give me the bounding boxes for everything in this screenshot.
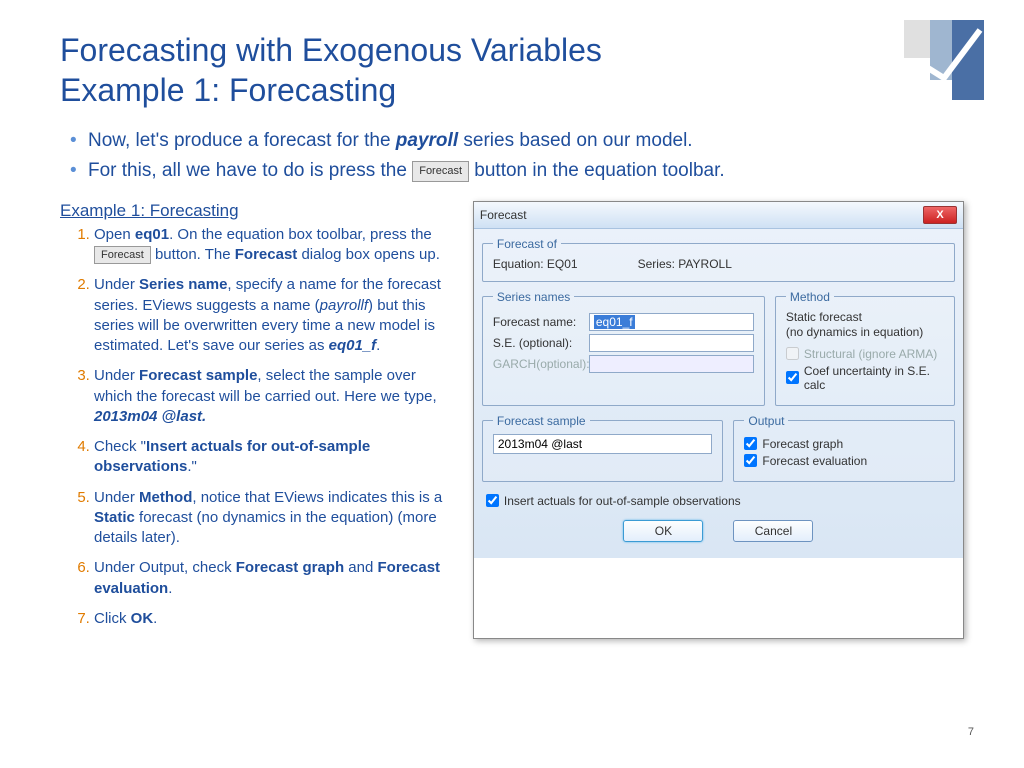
output-group: Output Forecast graph Forecast evaluatio…	[733, 414, 955, 482]
insert-actuals-checkbox[interactable]	[486, 494, 499, 507]
dialog-title: Forecast	[480, 208, 527, 222]
forecast-graph-checkbox[interactable]	[744, 437, 757, 450]
garch-label: GARCH(optional):	[493, 357, 583, 371]
method-text: Static forecast (no dynamics in equation…	[786, 310, 944, 341]
forecast-sample-input[interactable]	[493, 434, 713, 454]
forecast-dialog: Forecast X Forecast of Equation: EQ01 Se…	[473, 201, 964, 639]
close-icon[interactable]: X	[923, 206, 957, 224]
forecast-name-input[interactable]: eq01_f	[594, 315, 635, 329]
cancel-button[interactable]: Cancel	[733, 520, 813, 542]
forecast-sample-group: Forecast sample	[482, 414, 724, 482]
forecast-button-inline-step: Forecast	[94, 246, 151, 265]
series-names-group: Series names Forecast name: eq01_f S.E. …	[482, 290, 765, 406]
garch-input	[589, 355, 754, 373]
intro-bullets: Now, let's produce a forecast for the pa…	[70, 126, 964, 187]
logo	[904, 20, 984, 100]
method-group: Method Static forecast (no dynamics in e…	[775, 290, 955, 406]
se-input[interactable]	[589, 334, 754, 352]
equation-label: Equation: EQ01	[493, 257, 578, 271]
ok-button[interactable]: OK	[623, 520, 703, 542]
page-number: 7	[968, 726, 974, 738]
se-label: S.E. (optional):	[493, 336, 583, 350]
coef-uncertainty-checkbox[interactable]	[786, 371, 799, 384]
structural-checkbox	[786, 347, 799, 360]
forecast-button-inline: Forecast	[412, 161, 469, 183]
dialog-titlebar[interactable]: Forecast X	[474, 202, 963, 229]
slide-title: Forecasting with Exogenous Variables Exa…	[60, 30, 964, 110]
forecast-evaluation-checkbox[interactable]	[744, 454, 757, 467]
chart-line-icon	[904, 20, 984, 100]
forecast-name-label: Forecast name:	[493, 315, 583, 329]
steps-list: Open eq01. On the equation box toolbar, …	[60, 225, 453, 629]
series-label: Series: PAYROLL	[638, 257, 732, 271]
example-heading: Example 1: Forecasting	[60, 201, 453, 221]
forecast-of-group: Forecast of Equation: EQ01 Series: PAYRO…	[482, 237, 955, 282]
